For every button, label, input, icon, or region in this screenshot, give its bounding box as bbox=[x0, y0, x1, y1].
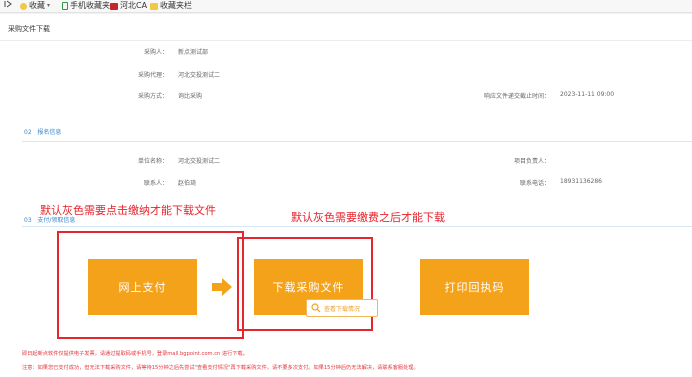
pm-label: 项目负责人： bbox=[513, 158, 550, 165]
section-number: 03 bbox=[24, 217, 32, 224]
purchaser-label: 采购人： bbox=[143, 49, 168, 56]
deadline-value: 2023-11-11 09:00 bbox=[560, 91, 615, 98]
view-download-status-button[interactable]: 查看下载情况 bbox=[306, 299, 378, 317]
unit-label: 单位名称： bbox=[137, 158, 168, 165]
chevron-down-icon: ▾ bbox=[47, 2, 51, 9]
method-label: 采购方式： bbox=[137, 93, 168, 100]
payment-warning-note: 注意：如果您已支付成功，但无法下载采购文件，请等待15分钟之后先尝试"查看支付情… bbox=[22, 365, 419, 371]
section-signup-header: 02 报名信息 bbox=[24, 127, 61, 136]
section-divider bbox=[22, 226, 692, 227]
bookmark-mobile-favorites[interactable]: 手机收藏夹 bbox=[62, 0, 110, 12]
contact-value: 赵伯琦 bbox=[178, 180, 197, 187]
phone-value: 18931136286 bbox=[560, 178, 602, 185]
sidebar-toggle-icon[interactable] bbox=[4, 0, 12, 8]
purchaser-value: 新点测试部 bbox=[178, 49, 209, 56]
agent-value: 河北交投测试二 bbox=[178, 72, 221, 79]
star-icon bbox=[20, 2, 27, 10]
contact-label: 联系人： bbox=[143, 180, 168, 187]
online-pay-button[interactable]: 网上支付 bbox=[88, 259, 197, 315]
bookmark-favorites[interactable]: 收藏 ▾ bbox=[20, 0, 50, 12]
phone-icon bbox=[62, 2, 68, 10]
view-download-status-label: 查看下载情况 bbox=[324, 305, 361, 313]
ca-icon bbox=[110, 2, 118, 10]
folder-icon bbox=[150, 2, 158, 10]
section-number: 02 bbox=[24, 129, 32, 136]
method-value: 询比采购 bbox=[178, 93, 203, 100]
unit-value: 河北交投测试二 bbox=[178, 158, 221, 165]
section-title: 支付/领取信息 bbox=[37, 217, 76, 224]
annotation-download-after-pay: 默认灰色需要缴费之后才能下载 bbox=[291, 211, 445, 224]
arrow-right-icon bbox=[212, 278, 232, 296]
section-divider bbox=[22, 141, 692, 142]
deadline-label: 响应文件递交截止时间： bbox=[483, 93, 550, 100]
print-receipt-button[interactable]: 打印回执码 bbox=[420, 259, 529, 315]
invoice-note: 即日起新点软件仅提供电子发票，请通过提取码或手机号，登录mall.bgpoint… bbox=[22, 351, 248, 357]
search-icon bbox=[311, 303, 321, 313]
bookmarks-bar: 收藏 ▾ 手机收藏夹 河北CA 收藏夹栏 bbox=[0, 0, 692, 13]
divider bbox=[0, 40, 692, 41]
section-title: 报名信息 bbox=[37, 129, 62, 136]
section-payment-header: 03 支付/领取信息 bbox=[24, 215, 75, 224]
phone-label: 联系电话： bbox=[519, 180, 550, 187]
agent-label: 采购代理： bbox=[137, 72, 168, 79]
page-title: 采购文件下载 bbox=[8, 25, 50, 33]
bookmark-favorites-bar[interactable]: 收藏夹栏 bbox=[150, 0, 192, 12]
bookmark-hebei-ca[interactable]: 河北CA bbox=[110, 0, 147, 12]
